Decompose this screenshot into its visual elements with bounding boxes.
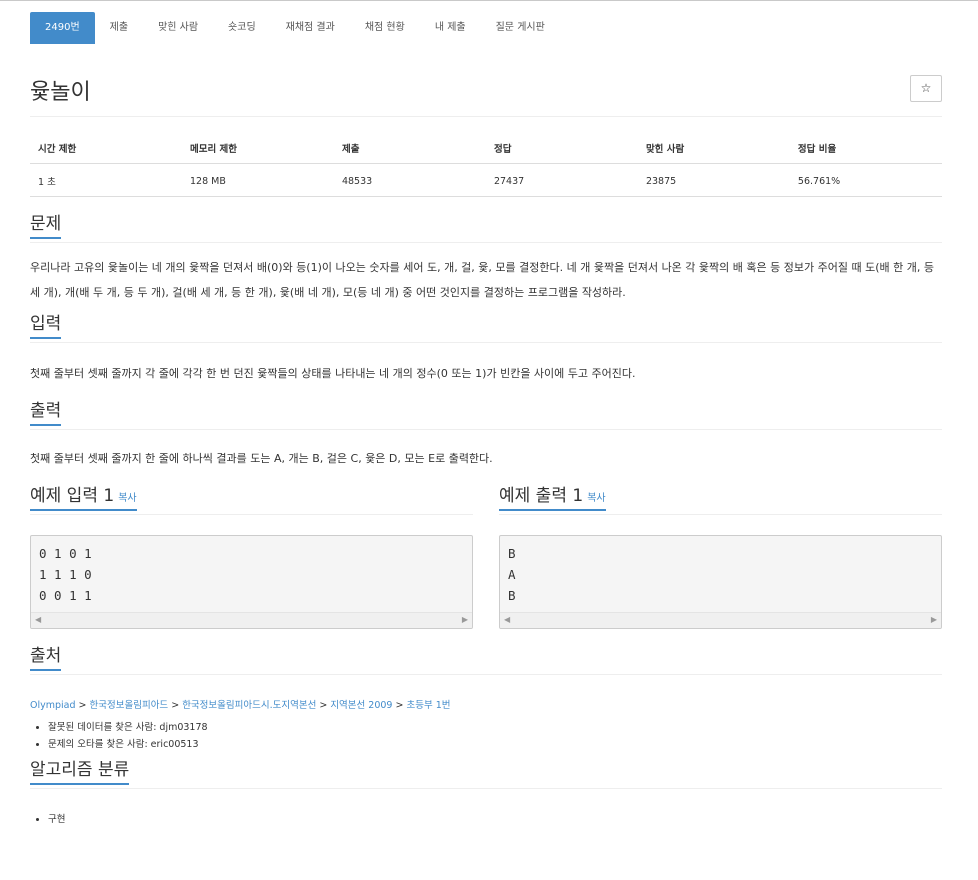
memory-limit-value: 128 MB bbox=[181, 163, 334, 197]
title-row: 윷놀이 ☆ bbox=[30, 44, 942, 117]
header-accept-ratio: 정답 비율 bbox=[789, 131, 942, 164]
sample-input-column: 예제 입력 1 복사 0 1 0 1 1 1 1 0 0 0 1 1 ◀ ▶ bbox=[30, 481, 473, 629]
header-solved-users: 맞힌 사람 bbox=[637, 131, 790, 164]
sample-input-headline: 예제 입력 1 복사 bbox=[30, 481, 473, 515]
scroll-right-icon[interactable]: ▶ bbox=[931, 615, 937, 624]
accepted-value: 27437 bbox=[485, 163, 638, 197]
scroll-left-icon[interactable]: ◀ bbox=[35, 615, 41, 624]
sample-output-scrollbar[interactable]: ◀ ▶ bbox=[500, 612, 941, 628]
tab-submit[interactable]: 제출 bbox=[95, 12, 143, 44]
tab-solved-users[interactable]: 맞힌 사람 bbox=[143, 12, 213, 44]
algorithm-section-title: 알고리즘 분류 bbox=[30, 755, 130, 785]
sample-output-title: 예제 출력 1 복사 bbox=[499, 481, 606, 511]
problem-headline: 문제 bbox=[30, 209, 942, 243]
page-title: 윷놀이 bbox=[30, 80, 91, 105]
tab-question-board[interactable]: 질문 게시판 bbox=[481, 12, 560, 44]
copy-sample-input-link[interactable]: 복사 bbox=[118, 493, 136, 504]
source-link-elementary-1[interactable]: 초등부 1번 bbox=[406, 700, 450, 711]
header-memory-limit: 메모리 제한 bbox=[181, 131, 334, 164]
header-accepted: 정답 bbox=[485, 131, 638, 164]
credits-list: 잘못된 데이터를 찾은 사람: djm03178 문제의 오타를 찾은 사람: … bbox=[30, 719, 942, 753]
problem-info-table: 시간 제한 메모리 제한 제출 정답 맞힌 사람 정답 비율 1 초 128 M… bbox=[30, 131, 942, 197]
problem-description: 우리나라 고유의 윷놀이는 네 개의 윷짝을 던져서 배(0)와 등(1)이 나… bbox=[30, 261, 934, 299]
source-link-regional-2009[interactable]: 지역본선 2009 bbox=[330, 700, 392, 711]
input-headline: 입력 bbox=[30, 309, 942, 343]
sample-output-column: 예제 출력 1 복사 B A B ◀ ▶ bbox=[499, 481, 942, 629]
list-item: 문제의 오타를 찾은 사람: eric00513 bbox=[48, 736, 942, 753]
output-section-title: 출력 bbox=[30, 396, 62, 426]
favorite-button[interactable]: ☆ bbox=[910, 75, 942, 102]
sample-output-box: B A B ◀ ▶ bbox=[499, 535, 942, 629]
input-section-title: 입력 bbox=[30, 309, 62, 339]
output-headline: 출력 bbox=[30, 396, 942, 430]
tab-rejudge-results[interactable]: 재채점 결과 bbox=[271, 12, 350, 44]
algorithm-tag[interactable]: 구현 bbox=[48, 811, 942, 825]
scroll-left-icon[interactable]: ◀ bbox=[504, 615, 510, 624]
header-time-limit: 시간 제한 bbox=[30, 131, 182, 164]
sample-input-data: 0 1 0 1 1 1 1 0 0 0 1 1 bbox=[39, 546, 92, 603]
header-submissions: 제출 bbox=[333, 131, 486, 164]
tab-short-coding[interactable]: 숏코딩 bbox=[213, 12, 271, 44]
source-link-koi[interactable]: 한국정보올림피아드 bbox=[90, 700, 169, 711]
sample-input-box: 0 1 0 1 1 1 1 0 0 0 1 1 ◀ ▶ bbox=[30, 535, 473, 629]
sample-input-scrollbar[interactable]: ◀ ▶ bbox=[31, 612, 472, 628]
sample-output-headline: 예제 출력 1 복사 bbox=[499, 481, 942, 515]
accept-ratio-value: 56.761% bbox=[789, 163, 942, 197]
input-description: 첫째 줄부터 셋째 줄까지 각 줄에 각각 한 번 던진 윷짝들의 상태를 나타… bbox=[30, 367, 636, 380]
problem-menu-tabs: 2490번 제출 맞힌 사람 숏코딩 재채점 결과 채점 현황 내 제출 질문 … bbox=[30, 12, 942, 44]
samples-row: 예제 입력 1 복사 0 1 0 1 1 1 1 0 0 0 1 1 ◀ ▶ 예제… bbox=[30, 481, 942, 629]
algorithm-tags: 구현 bbox=[30, 811, 942, 825]
source-link-olympiad[interactable]: Olympiad bbox=[30, 700, 76, 711]
star-icon: ☆ bbox=[920, 81, 932, 95]
copy-sample-output-link[interactable]: 복사 bbox=[587, 493, 605, 504]
solved-users-value: 23875 bbox=[637, 163, 790, 197]
time-limit-value: 1 초 bbox=[30, 163, 182, 197]
sample-output-data: B A B bbox=[508, 546, 516, 603]
problem-section-title: 문제 bbox=[30, 209, 62, 239]
algorithm-headline: 알고리즘 분류 bbox=[30, 755, 942, 789]
source-breadcrumb: Olympiad > 한국정보올림피아드 > 한국정보올림피아드시.도지역본선 … bbox=[30, 700, 451, 711]
tab-judge-status[interactable]: 채점 현황 bbox=[350, 12, 420, 44]
sample-input-title: 예제 입력 1 복사 bbox=[30, 481, 137, 511]
source-link-koi-regional[interactable]: 한국정보올림피아드시.도지역본선 bbox=[182, 700, 316, 711]
list-item: 잘못된 데이터를 찾은 사람: djm03178 bbox=[48, 719, 942, 736]
tab-my-submissions[interactable]: 내 제출 bbox=[420, 12, 481, 44]
scroll-right-icon[interactable]: ▶ bbox=[462, 615, 468, 624]
source-headline: 출처 bbox=[30, 641, 942, 675]
submissions-value: 48533 bbox=[333, 163, 486, 197]
source-section-title: 출처 bbox=[30, 641, 62, 671]
tab-problem[interactable]: 2490번 bbox=[30, 12, 95, 44]
output-description: 첫째 줄부터 셋째 줄까지 한 줄에 하나씩 결과를 도는 A, 개는 B, 걸… bbox=[30, 452, 493, 465]
